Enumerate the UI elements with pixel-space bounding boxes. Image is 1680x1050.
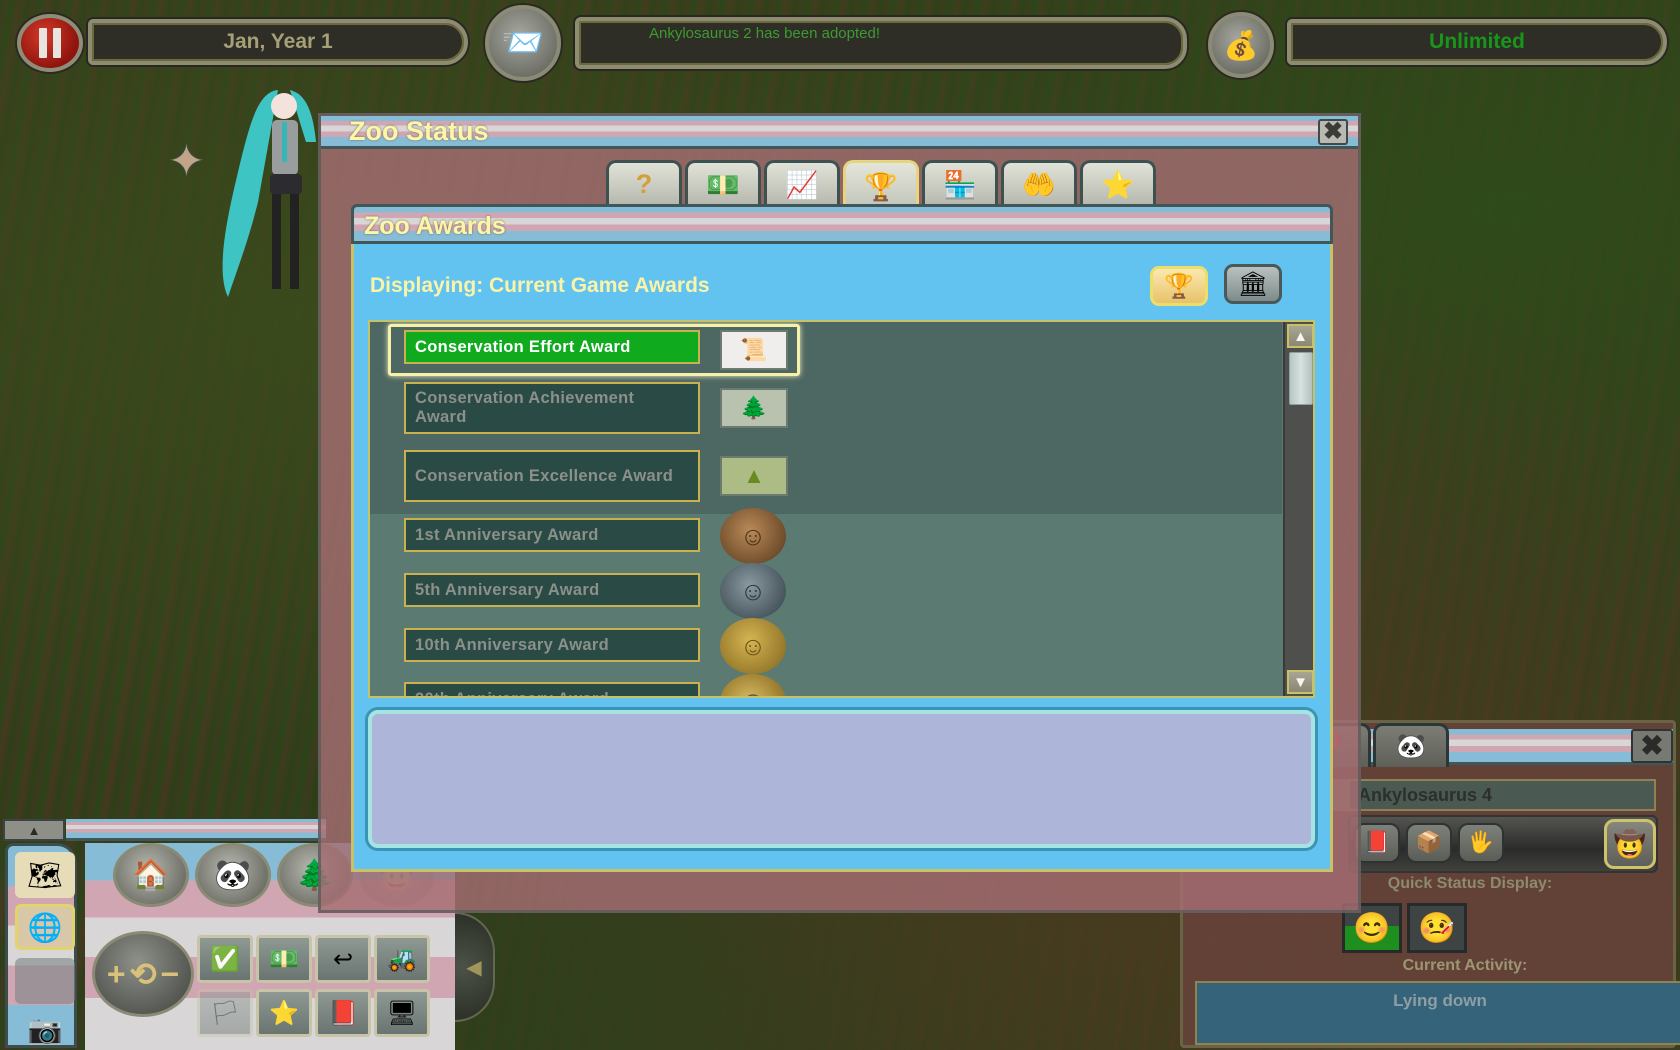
- scroll-thumb[interactable]: [1289, 352, 1313, 405]
- build-mode-icon[interactable]: 🚜: [374, 935, 430, 983]
- map-icon[interactable]: 🗺: [15, 852, 75, 898]
- award-name[interactable]: Conservation Achievement Award: [404, 382, 700, 434]
- help-icon: ?: [635, 169, 653, 199]
- rotate-arrows-icon: ⟲: [129, 956, 157, 992]
- guest-stars-icon: ⭐: [1101, 169, 1135, 200]
- money-icon: 💵: [706, 169, 740, 200]
- expand-panel-button[interactable]: ◀: [455, 912, 495, 1022]
- certificate-white-icon: 📜: [720, 330, 788, 370]
- undo-icon[interactable]: ↩: [315, 935, 371, 983]
- displaying-label: Displaying: Current Game Awards: [370, 274, 710, 297]
- tab-concessions[interactable]: 🏪: [922, 160, 998, 206]
- current-game-awards-button[interactable]: 🏆: [1150, 266, 1208, 306]
- awards-scrollbar[interactable]: ▲ ▼: [1283, 322, 1313, 696]
- zoo-status-window: Zoo Status ✖ ? 💵 📈 🏆 🏪 🤲 ⭐ Zoo Awards Di…: [318, 113, 1361, 913]
- guest-star-marker-icon[interactable]: ✦: [168, 136, 205, 187]
- scroll-up-button[interactable]: ▲: [1287, 324, 1313, 348]
- shops-icon[interactable]: 🏠: [113, 843, 189, 907]
- camera-icon[interactable]: 📷: [15, 1006, 75, 1050]
- tab-awards[interactable]: 🏆: [843, 160, 919, 210]
- certificate-green-icon: 🌲: [720, 388, 788, 428]
- toolbar-header-strip: [66, 819, 326, 841]
- pause-icon-bar-right: [53, 28, 61, 58]
- zoo-awards-titlebar: Zoo Awards: [351, 204, 1333, 244]
- status-tabs: ? 💵 📈 🏆 🏪 🤲 ⭐: [606, 160, 1156, 210]
- shop-icon: 🏪: [943, 169, 977, 200]
- animal-tools-bar: 📕 📦 🖐 🤠: [1348, 815, 1658, 873]
- quick-status-label: Quick Status Display:: [1387, 875, 1553, 892]
- fame-stars-icon[interactable]: ⭐: [256, 989, 312, 1037]
- toolbar-side-column: 🗺 🌐 📷: [5, 843, 77, 1048]
- award-name[interactable]: 10th Anniversary Award: [404, 628, 700, 662]
- message-ticker[interactable]: Ankylosaurus 2 has been adopted!: [575, 17, 1187, 69]
- camera-rotate-zoom-control[interactable]: + ⟲ −: [92, 931, 194, 1017]
- close-button[interactable]: ✖: [1318, 119, 1348, 145]
- family-pandas-icon[interactable]: 🐼: [1373, 723, 1449, 767]
- animal-name-field[interactable]: Ankylosaurus 4: [1348, 779, 1656, 811]
- tab-finances[interactable]: 💵: [685, 160, 761, 206]
- awards-list-content: Conservation Effort Award 📜 Conservation…: [370, 322, 1282, 696]
- trophy-icon: 🏆: [864, 171, 898, 202]
- pause-button[interactable]: [17, 14, 83, 72]
- window-title: Zoo Status: [349, 116, 489, 146]
- tab-charts[interactable]: 📈: [764, 160, 840, 206]
- health-meter-icon[interactable]: 🤒: [1407, 903, 1467, 953]
- money-display: Unlimited: [1287, 19, 1667, 65]
- disabled-flag-icon: 🏳: [197, 989, 253, 1037]
- medal-bronze-icon: ☺: [720, 508, 786, 564]
- zoo-status-titlebar[interactable]: Zoo Status ✖: [321, 116, 1358, 149]
- zoo-awards-body: Displaying: Current Game Awards 🏆 🏛 Cons…: [351, 244, 1333, 872]
- date-display: Jan, Year 1: [88, 19, 468, 65]
- award-name[interactable]: Conservation Effort Award: [404, 330, 700, 364]
- zoo-awards-panel: Zoo Awards Displaying: Current Game Awar…: [351, 204, 1333, 872]
- pick-up-hand-icon[interactable]: 🖐: [1458, 823, 1504, 863]
- medal-silver-icon: ☺: [720, 563, 786, 619]
- zoom-plus-icon[interactable]: +: [107, 956, 126, 993]
- award-name[interactable]: 1st Anniversary Award: [404, 518, 700, 552]
- chart-icon: 📈: [785, 169, 819, 200]
- money-coins-icon[interactable]: 💰: [1208, 12, 1274, 78]
- trophy-hall-icon: 🏛: [1237, 270, 1269, 298]
- donation-hand-icon: 🤲: [1022, 169, 1056, 200]
- trophy-flag-icon: 🏆: [1164, 272, 1194, 300]
- zoo-status-icon[interactable]: 💵: [256, 935, 312, 983]
- zoom-minus-icon[interactable]: −: [160, 956, 179, 993]
- globe-icon[interactable]: 🌐: [15, 904, 75, 950]
- options-computer-icon[interactable]: 🖥: [374, 989, 430, 1037]
- adopt-animals-icon[interactable]: 🐼: [195, 843, 271, 907]
- award-name[interactable]: 20th Anniversary Award: [404, 682, 700, 696]
- award-description-box: [368, 710, 1315, 848]
- empty-slot-button[interactable]: [15, 958, 75, 1004]
- medal-gold-icon: ☺: [720, 618, 786, 674]
- hall-of-fame-button[interactable]: 🏛: [1224, 264, 1282, 304]
- medal-gold-jeweled-icon: ◉: [720, 674, 786, 696]
- zookeeper-mail-icon[interactable]: 📨: [485, 5, 561, 81]
- certificate-yellow-icon: ▲: [720, 456, 788, 496]
- scroll-down-button[interactable]: ▼: [1287, 670, 1313, 694]
- award-name[interactable]: 5th Anniversary Award: [404, 573, 700, 607]
- award-name[interactable]: Conservation Excellence Award: [404, 450, 700, 502]
- zookeeper-icon[interactable]: 🤠: [1604, 819, 1656, 869]
- awards-list[interactable]: Conservation Effort Award 📜 Conservation…: [368, 320, 1315, 698]
- tab-guests[interactable]: ⭐: [1080, 160, 1156, 206]
- tab-help[interactable]: ?: [606, 160, 682, 206]
- scenario-goals-icon[interactable]: ✅: [197, 935, 253, 983]
- animal-panel-close-button[interactable]: ✖: [1631, 729, 1673, 763]
- photo-album-icon[interactable]: 📕: [315, 989, 371, 1037]
- pause-icon-bar-left: [39, 28, 47, 58]
- tab-donations[interactable]: 🤲: [1001, 160, 1077, 206]
- current-activity-value: Lying down: [1195, 981, 1680, 1045]
- crate-icon[interactable]: 📦: [1406, 823, 1452, 863]
- toolbar-collapse-button[interactable]: ▲: [3, 819, 65, 841]
- panel-title: Zoo Awards: [364, 212, 506, 240]
- current-activity-label: Current Activity:: [1402, 957, 1528, 974]
